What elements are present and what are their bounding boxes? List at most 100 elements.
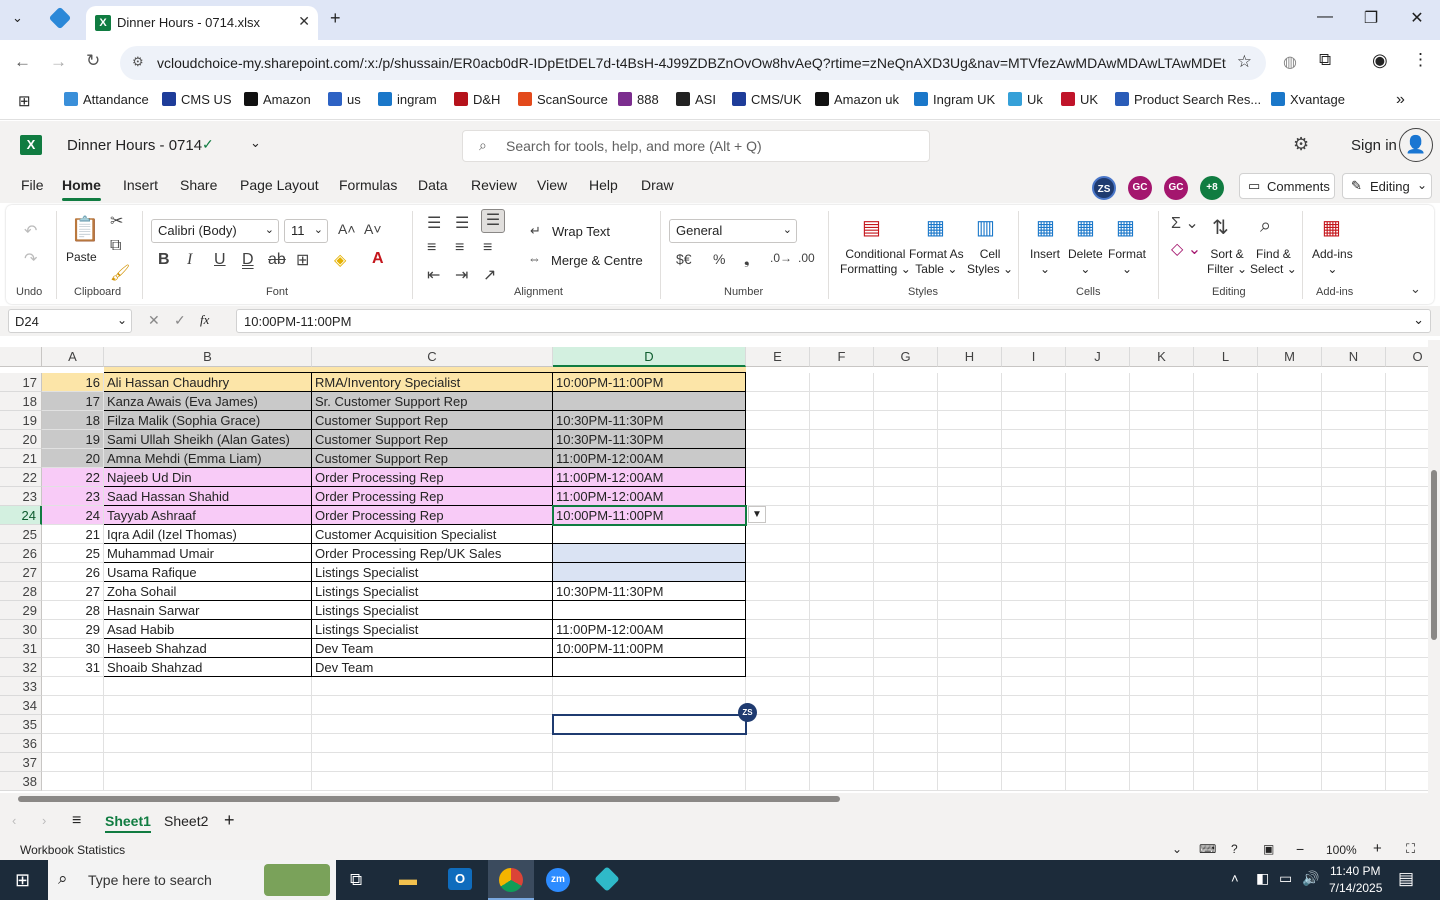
cell-n29[interactable] (1322, 601, 1386, 620)
cell-k37[interactable] (1130, 753, 1194, 772)
cell-d38[interactable] (553, 772, 746, 791)
translate-icon[interactable]: ◍ (1283, 52, 1297, 72)
cell-d31[interactable]: 10:00PM-11:00PM (553, 639, 746, 658)
column-header-e[interactable]: E (746, 347, 810, 367)
font-color-icon[interactable]: A (372, 250, 384, 268)
merge-centre-button[interactable]: Merge & Centre (551, 253, 643, 268)
clock-date[interactable]: 7/14/2025 (1329, 881, 1382, 895)
cell-l20[interactable] (1194, 430, 1258, 449)
cell-b35[interactable] (104, 715, 312, 734)
cell-n33[interactable] (1322, 677, 1386, 696)
cell-c24[interactable]: Order Processing Rep (312, 506, 553, 525)
cell-g26[interactable] (874, 544, 938, 563)
cell-b32[interactable]: Shoaib Shahzad (104, 658, 312, 677)
cell-f24[interactable] (810, 506, 874, 525)
new-tab-icon[interactable]: + (330, 8, 341, 29)
cell-h32[interactable] (938, 658, 1002, 677)
cell-a30[interactable]: 29 (42, 620, 104, 639)
cell-j31[interactable] (1066, 639, 1130, 658)
cell-k38[interactable] (1130, 772, 1194, 791)
font-size-select[interactable]: 11 ⌄ (284, 219, 328, 243)
cell-e32[interactable] (746, 658, 810, 677)
cell-d26[interactable] (553, 544, 746, 563)
cell-d21[interactable]: 11:00PM-12:00AM (553, 449, 746, 468)
sign-in-link[interactable]: Sign in (1351, 137, 1397, 154)
chevron-down-icon[interactable]: ⌄ (1172, 842, 1182, 856)
cell-h35[interactable] (938, 715, 1002, 734)
cell-b30[interactable]: Asad Habib (104, 620, 312, 639)
cell-h31[interactable] (938, 639, 1002, 658)
cell-n19[interactable] (1322, 411, 1386, 430)
cell-n32[interactable] (1322, 658, 1386, 677)
sheet-tab-active[interactable]: Sheet1 (105, 813, 151, 833)
cell-c21[interactable]: Customer Support Rep (312, 449, 553, 468)
row-header[interactable]: 24 (0, 506, 42, 525)
align-top-icon[interactable]: ☰ (427, 213, 441, 233)
bookmark-item[interactable]: Ingram UK (914, 92, 995, 107)
tab-page-layout[interactable]: Page Layout (240, 177, 319, 193)
cell-d32[interactable] (553, 658, 746, 677)
cell-b22[interactable]: Najeeb Ud Din (104, 468, 312, 487)
cell-b36[interactable] (104, 734, 312, 753)
cell-k34[interactable] (1130, 696, 1194, 715)
cell-m38[interactable] (1258, 772, 1322, 791)
cell-k32[interactable] (1130, 658, 1194, 677)
cell-e20[interactable] (746, 430, 810, 449)
cell-n34[interactable] (1322, 696, 1386, 715)
expand-formula-icon[interactable]: ⌄ (1413, 312, 1424, 328)
cell-j33[interactable] (1066, 677, 1130, 696)
cell-o25[interactable] (1386, 525, 1428, 544)
cell-l31[interactable] (1194, 639, 1258, 658)
row-header[interactable]: 31 (0, 639, 42, 658)
cell-o35[interactable] (1386, 715, 1428, 734)
cell-o27[interactable] (1386, 563, 1428, 582)
cell-g35[interactable] (874, 715, 938, 734)
cell-i17[interactable] (1002, 373, 1066, 392)
cell-a17[interactable]: 16 (42, 373, 104, 392)
cell-f23[interactable] (810, 487, 874, 506)
cell-e37[interactable] (746, 753, 810, 772)
row-header[interactable]: 20 (0, 430, 42, 449)
column-header-k[interactable]: K (1130, 347, 1194, 367)
file-explorer-icon[interactable]: ▬ (399, 869, 417, 890)
column-header-f[interactable]: F (810, 347, 874, 367)
cell-h29[interactable] (938, 601, 1002, 620)
cell-f36[interactable] (810, 734, 874, 753)
cell-d18[interactable] (553, 392, 746, 411)
cell-a35[interactable] (42, 715, 104, 734)
increase-decimal-icon[interactable]: .0→ (770, 251, 792, 265)
cell-a38[interactable] (42, 772, 104, 791)
cell-h18[interactable] (938, 392, 1002, 411)
horizontal-scroll-thumb[interactable] (18, 796, 840, 802)
cell-k25[interactable] (1130, 525, 1194, 544)
excel-logo-icon[interactable]: X (20, 135, 42, 155)
cell-e23[interactable] (746, 487, 810, 506)
cell-c34[interactable] (312, 696, 553, 715)
cell-f19[interactable] (810, 411, 874, 430)
vertical-scrollbar[interactable] (1428, 340, 1440, 793)
cell-f35[interactable] (810, 715, 874, 734)
browser-menu-icon[interactable]: ⋮ (1412, 50, 1429, 70)
cell-d17[interactable]: 10:00PM-11:00PM (553, 373, 746, 392)
title-dropdown-icon[interactable]: ⌄ (250, 135, 261, 151)
cell-n30[interactable] (1322, 620, 1386, 639)
cell-o28[interactable] (1386, 582, 1428, 601)
cell-h20[interactable] (938, 430, 1002, 449)
row-header[interactable]: 35 (0, 715, 42, 734)
cell-m32[interactable] (1258, 658, 1322, 677)
tab-insert[interactable]: Insert (123, 177, 158, 193)
sheet-tab[interactable]: Sheet2 (164, 813, 208, 829)
tray-chevron-icon[interactable]: ˄ (1231, 871, 1239, 886)
back-icon[interactable]: ← (14, 52, 31, 72)
cell-c30[interactable]: Listings Specialist (312, 620, 553, 639)
row-header[interactable]: 27 (0, 563, 42, 582)
paste-button[interactable]: Paste (66, 250, 97, 265)
name-box[interactable]: D24 ⌄ (8, 309, 132, 333)
cell-d36[interactable] (553, 734, 746, 753)
cell-c29[interactable]: Listings Specialist (312, 601, 553, 620)
cell-m36[interactable] (1258, 734, 1322, 753)
cell-j38[interactable] (1066, 772, 1130, 791)
cell-o19[interactable] (1386, 411, 1428, 430)
cell-k17[interactable] (1130, 373, 1194, 392)
cell-b33[interactable] (104, 677, 312, 696)
